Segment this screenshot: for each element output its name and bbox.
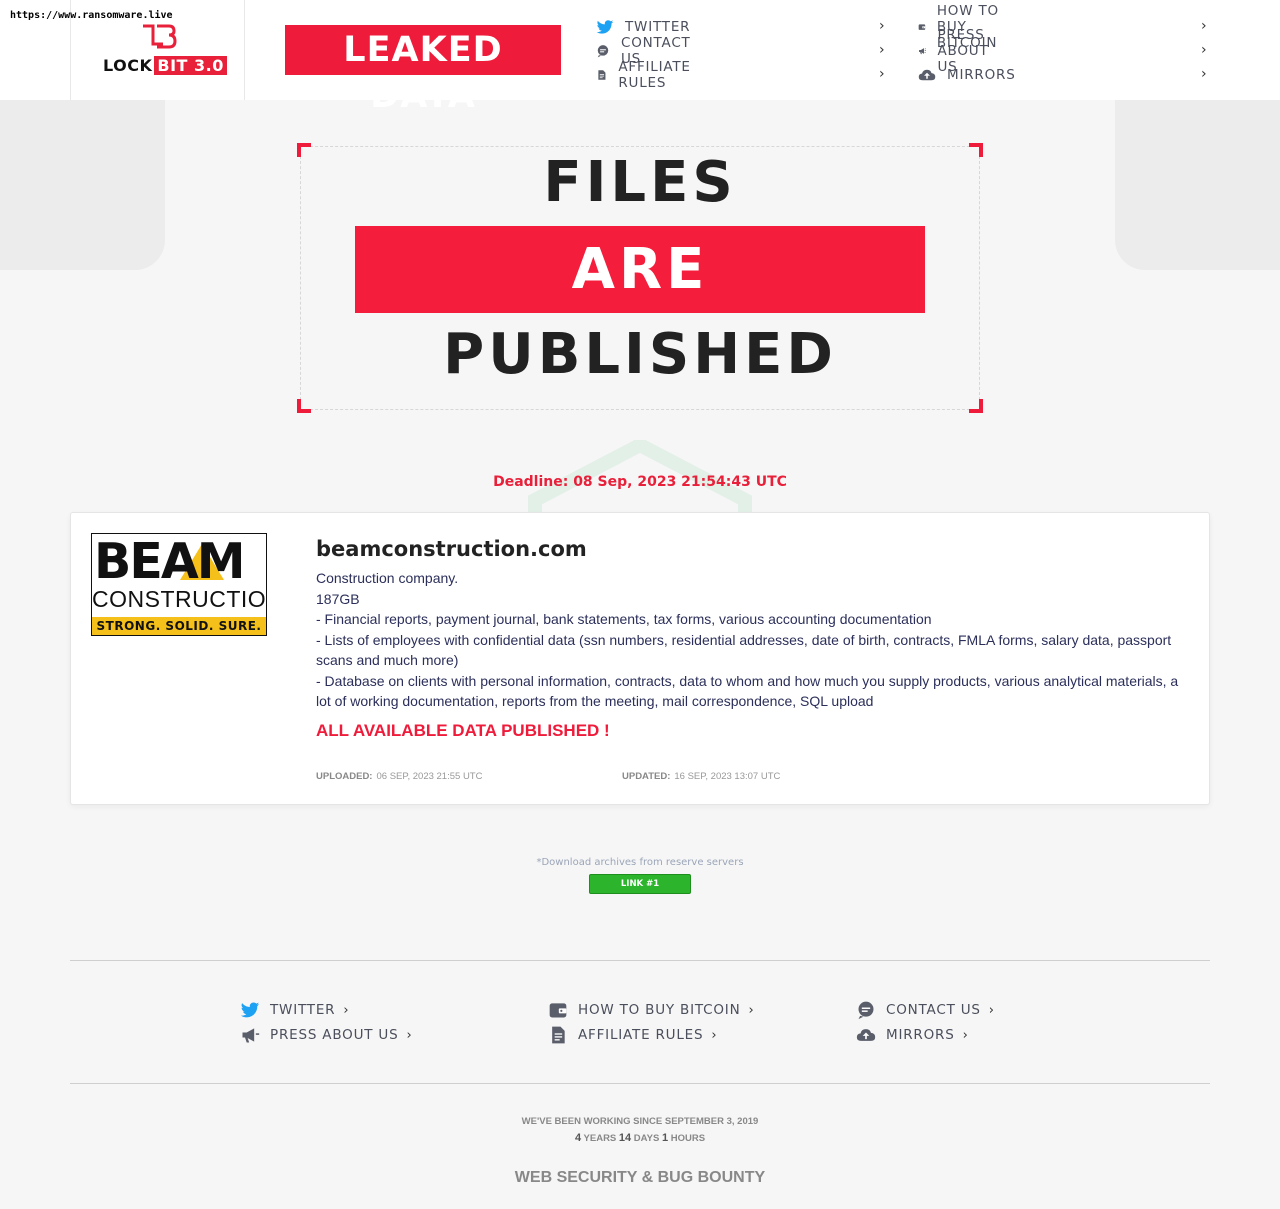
chevron-right-icon: › bbox=[1201, 66, 1208, 82]
chevron-right-icon: › bbox=[1201, 42, 1208, 58]
description-line: - Lists of employees with confidential d… bbox=[316, 631, 1172, 669]
download-link-button[interactable]: LINK #1 bbox=[589, 874, 691, 894]
frame-corner-bottom-right bbox=[969, 399, 983, 413]
uptime-years-label: YEARS bbox=[583, 1133, 617, 1144]
uptime-days: 14 bbox=[618, 1132, 632, 1144]
deadline: Deadline: 08 Sep, 2023 21:54:43 UTC bbox=[493, 474, 787, 490]
footer-nav-mirrors[interactable]: MIRRORS › bbox=[856, 1025, 969, 1045]
working-since: WE'VE BEEN WORKING SINCE SEPTEMBER 3, 20… bbox=[521, 1116, 759, 1127]
uptime-hours: 1 bbox=[661, 1132, 669, 1144]
footer-twitter-label: TWITTER bbox=[270, 1002, 336, 1018]
company-logo-tagline: STRONG. SOLID. SURE. bbox=[92, 617, 266, 635]
chevron-right-icon: › bbox=[962, 1027, 969, 1043]
chevron-right-icon: › bbox=[988, 1002, 995, 1018]
footer-divider-top bbox=[70, 960, 1210, 961]
chevron-right-icon: › bbox=[748, 1002, 755, 1018]
uploaded-date: 06 SEP, 2023 21:55 UTC bbox=[376, 771, 483, 782]
wallet-icon bbox=[918, 24, 926, 30]
footer-divider-bottom bbox=[70, 1083, 1210, 1084]
header: LOCK BIT 3.0 LEAKED DATA TWITTER › CONTAC… bbox=[0, 0, 1280, 116]
uploaded-label: UPLOADED: bbox=[316, 771, 373, 782]
chat-icon bbox=[858, 1001, 874, 1020]
uptime-counter: 4 YEARS 14 DAYS 1 HOURS bbox=[0, 1132, 1280, 1144]
post-card: BEAM CONSTRUCTION STRONG. SOLID. SURE. b… bbox=[70, 512, 1210, 805]
footer-contact-label: CONTACT US bbox=[886, 1002, 981, 1018]
company-logo-sub: CONSTRUCTION bbox=[92, 586, 267, 612]
twitter-icon bbox=[596, 20, 614, 34]
footer-bitcoin-label: HOW TO BUY BITCOIN bbox=[578, 1002, 741, 1018]
nav-mirrors[interactable]: MIRRORS bbox=[918, 65, 1016, 85]
hero-files: FILES bbox=[543, 150, 737, 215]
cloud-icon bbox=[918, 69, 936, 81]
twitter-icon bbox=[240, 1002, 260, 1018]
footer-nav-affiliate[interactable]: AFFILIATE RULES › bbox=[548, 1025, 717, 1045]
lockbit-logo-icon bbox=[143, 24, 177, 49]
publish-status: ALL AVAILABLE DATA PUBLISHED ! bbox=[316, 721, 610, 740]
chevron-right-icon: › bbox=[711, 1027, 718, 1043]
wallet-icon bbox=[549, 1003, 567, 1018]
uploaded-meta: UPLOADED: 06 SEP, 2023 21:55 UTC bbox=[316, 771, 482, 782]
download-note: *Download archives from reserve servers bbox=[536, 857, 744, 868]
logo-text: LOCK BIT 3.0 bbox=[103, 56, 227, 75]
nav-press[interactable]: PRESS ABOUT US bbox=[918, 27, 998, 75]
post-description: Construction company. 187GB - Financial … bbox=[316, 568, 1186, 712]
chat-icon bbox=[597, 45, 609, 58]
uptime-years: 4 bbox=[574, 1132, 582, 1144]
company-logo-word: BEAM bbox=[94, 533, 246, 590]
nav-contact[interactable]: CONTACT US bbox=[596, 35, 695, 67]
description-line: - Database on clients with personal info… bbox=[316, 672, 1179, 710]
uptime-days-label: DAYS bbox=[633, 1133, 660, 1144]
footer-nav-contact[interactable]: CONTACT US › bbox=[856, 1000, 995, 1020]
footer-nav-twitter[interactable]: TWITTER › bbox=[240, 1000, 349, 1020]
hero-are: ARE bbox=[355, 226, 925, 313]
nav-affiliate[interactable]: AFFILIATE RULES bbox=[596, 59, 697, 91]
megaphone-icon bbox=[919, 48, 927, 55]
footer-nav-press[interactable]: PRESS ABOUT US › bbox=[240, 1025, 412, 1045]
document-icon bbox=[598, 70, 606, 80]
logo-version: BIT 3.0 bbox=[154, 56, 227, 75]
updated-label: UPDATED: bbox=[622, 771, 671, 782]
chevron-right-icon: › bbox=[879, 66, 886, 82]
site-url-watermark: https://www.ransomware.live bbox=[10, 10, 173, 21]
nav-mirrors-label: MIRRORS bbox=[947, 67, 1016, 83]
updated-date: 16 SEP, 2023 13:07 UTC bbox=[674, 771, 781, 782]
company-logo: BEAM CONSTRUCTION STRONG. SOLID. SURE. bbox=[91, 533, 267, 636]
leaked-data-banner[interactable]: LEAKED DATA bbox=[285, 25, 561, 116]
updated-meta: UPDATED: 16 SEP, 2023 13:07 UTC bbox=[622, 771, 780, 782]
footer-press-label: PRESS ABOUT US bbox=[270, 1027, 399, 1043]
description-line: 187GB bbox=[316, 590, 360, 607]
nav-twitter-label: TWITTER bbox=[625, 19, 691, 35]
chevron-right-icon: › bbox=[879, 42, 886, 58]
document-icon bbox=[552, 1026, 565, 1044]
chevron-right-icon: › bbox=[343, 1002, 350, 1018]
nav-twitter[interactable]: TWITTER bbox=[596, 17, 690, 37]
frame-corner-bottom-left bbox=[297, 399, 311, 413]
uptime-hours-label: HOURS bbox=[670, 1133, 706, 1144]
hero-published: PUBLISHED bbox=[443, 322, 837, 387]
megaphone-icon bbox=[242, 1028, 260, 1043]
footer-nav-bitcoin[interactable]: HOW TO BUY BITCOIN › bbox=[548, 1000, 755, 1020]
footer-affiliate-label: AFFILIATE RULES bbox=[578, 1027, 704, 1043]
footer-mirrors-label: MIRRORS bbox=[886, 1027, 955, 1043]
bug-bounty-link[interactable]: WEB SECURITY & BUG BOUNTY bbox=[0, 1169, 1280, 1187]
chevron-right-icon: › bbox=[1201, 18, 1208, 34]
description-line: - Financial reports, payment journal, ba… bbox=[316, 611, 932, 627]
nav-affiliate-label: AFFILIATE RULES bbox=[618, 59, 691, 91]
chevron-right-icon: › bbox=[406, 1027, 413, 1043]
chevron-right-icon: › bbox=[879, 18, 886, 34]
description-line: Construction company. bbox=[316, 570, 459, 586]
post-title: beamconstruction.com bbox=[316, 537, 587, 561]
cloud-icon bbox=[856, 1029, 876, 1041]
